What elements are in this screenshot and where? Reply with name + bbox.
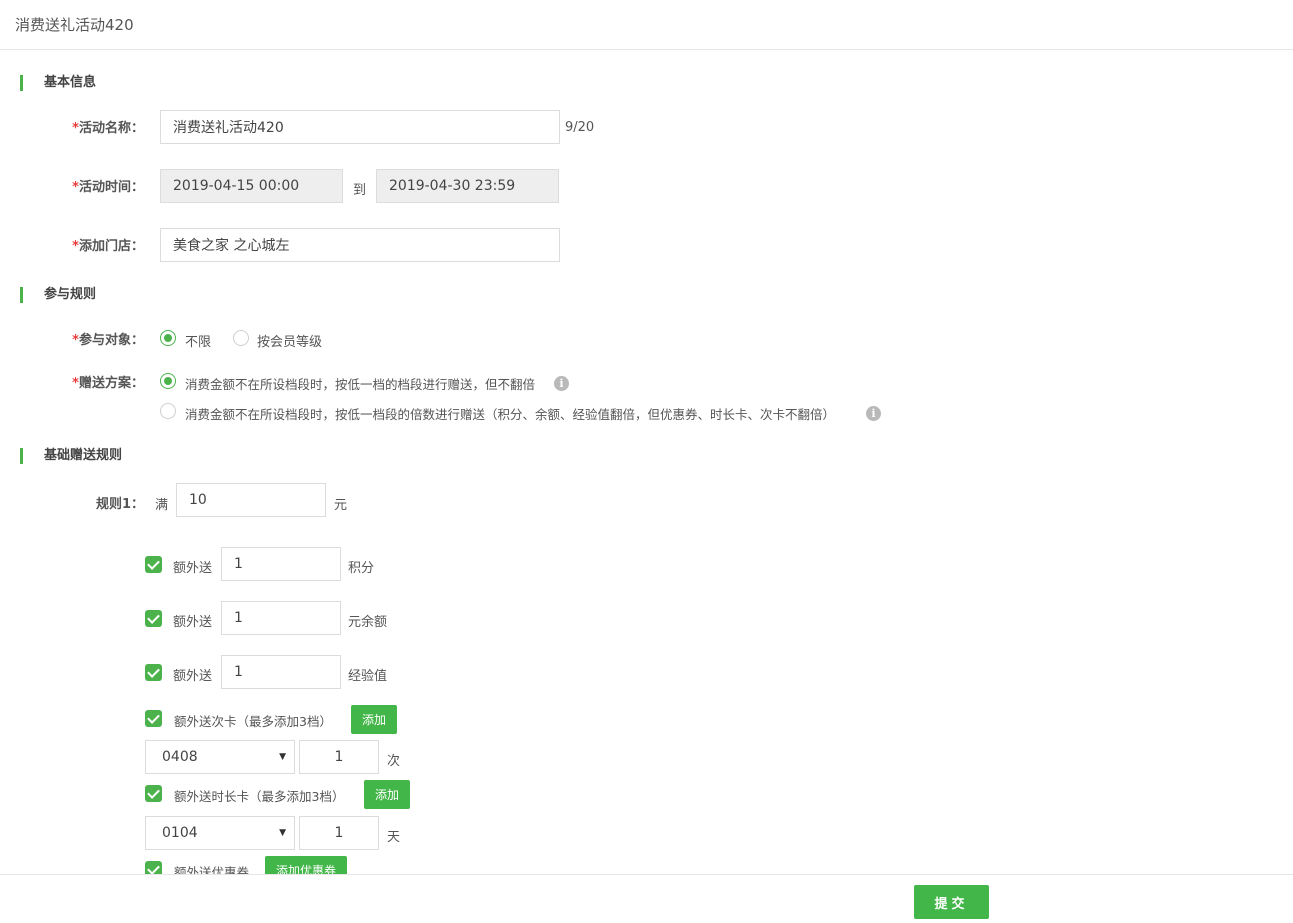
activity-name-input[interactable] [160,110,560,144]
time-range-separator: 到 [353,183,367,198]
target-option-member-level-label: 按会员等级 [257,335,323,350]
section-basic-info: 基本信息 [20,75,96,91]
rule-unit: 元 [334,498,348,513]
end-time-input[interactable] [376,169,559,203]
info-icon[interactable]: i [866,406,881,421]
extra-balance-checkbox[interactable] [145,610,162,627]
rule-1-label: 规则1： [95,497,144,512]
target-radio-member-level[interactable] [233,330,249,346]
extra-times-card-label: 额外送次卡（最多添加3档） [174,714,332,729]
extra-balance-label: 额外送 [173,615,213,630]
activity-name-char-count: 9/20 [565,120,595,135]
store-label: *添加门店： [72,239,144,254]
caret-down-icon: ▼ [279,828,286,838]
form-scroll-area[interactable]: 基本信息 *活动名称： 9/20 *活动时间： 到 *添加门店： 参与规则 *参… [0,50,1293,874]
target-radio-unlimited[interactable] [160,330,176,346]
add-coupon-button[interactable]: 添加优惠券 [265,856,347,874]
caret-down-icon: ▼ [279,752,286,762]
plan-option-no-double-label: 消费金额不在所设档段时，按低一档的档段进行赠送，但不翻倍 [185,377,536,392]
extra-duration-card-checkbox[interactable] [145,785,162,802]
extra-balance-input[interactable] [221,601,341,635]
duration-card-select-value: 0104 [162,825,198,841]
extra-coupon-label: 额外送优惠券 [174,865,250,874]
activity-time-label: *活动时间： [72,180,144,195]
form-footer: 提交 [0,874,1293,923]
plan-option-multiply-label: 消费金额不在所设档段时，按低一档段的倍数进行赠送（积分、余额、经验值翻倍，但优惠… [185,407,836,422]
submit-button[interactable]: 提交 [914,885,989,919]
extra-points-checkbox[interactable] [145,556,162,573]
rule-prefix: 满 [155,498,169,513]
extra-times-card-checkbox[interactable] [145,710,162,727]
page-title: 消费送礼活动420 [15,16,134,34]
section-participation-rules: 参与规则 [20,287,96,303]
info-icon[interactable]: i [554,376,569,391]
extra-balance-unit: 元余额 [348,615,388,630]
add-duration-card-button[interactable]: 添加 [364,780,410,809]
rule-amount-input[interactable] [176,483,326,517]
extra-exp-input[interactable] [221,655,341,689]
add-times-card-button[interactable]: 添加 [351,705,397,734]
gift-plan-label: *赠送方案： [72,376,144,391]
section-gift-rules: 基础赠送规则 [20,448,122,464]
duration-card-count-input[interactable] [299,816,379,850]
times-card-select[interactable]: 0408 ▼ [145,740,295,774]
store-input[interactable] [160,228,560,262]
extra-coupon-checkbox[interactable] [145,861,162,874]
extra-exp-checkbox[interactable] [145,664,162,681]
target-label: *参与对象： [72,333,144,348]
extra-points-unit: 积分 [348,561,375,576]
times-card-select-value: 0408 [162,749,198,765]
target-option-unlimited-label: 不限 [185,335,212,350]
duration-card-select[interactable]: 0104 ▼ [145,816,295,850]
page-header: 消费送礼活动420 [0,0,1293,50]
extra-duration-card-label: 额外送时长卡（最多添加3档） [174,789,345,804]
extra-points-label: 额外送 [173,561,213,576]
times-card-unit: 次 [387,754,401,769]
plan-radio-multiply[interactable] [160,403,176,419]
start-time-input[interactable] [160,169,343,203]
duration-card-unit: 天 [387,830,401,845]
extra-exp-unit: 经验值 [348,669,388,684]
times-card-count-input[interactable] [299,740,379,774]
plan-radio-no-double[interactable] [160,373,176,389]
activity-name-label: *活动名称： [72,121,144,136]
extra-points-input[interactable] [221,547,341,581]
extra-exp-label: 额外送 [173,669,213,684]
